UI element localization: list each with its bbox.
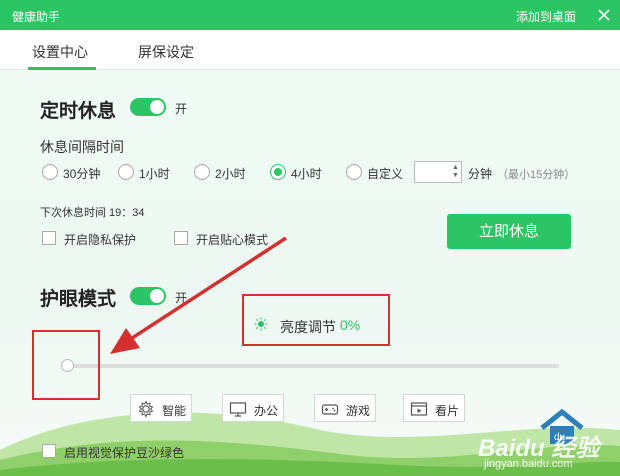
radio-label: 2小时 bbox=[215, 167, 246, 181]
toggle-knob bbox=[150, 289, 164, 303]
brightness-slider-track[interactable] bbox=[64, 364, 559, 368]
smart-mode-icon bbox=[138, 400, 154, 418]
add-to-desktop-link[interactable]: 添加到桌面 bbox=[516, 8, 576, 25]
close-icon[interactable] bbox=[594, 4, 614, 26]
watermark-url: jingyan.baidu.com bbox=[484, 458, 573, 470]
gamepad-icon bbox=[321, 404, 339, 415]
toggle-knob bbox=[150, 100, 164, 114]
stepper-arrows-icon[interactable]: ▲ ▼ bbox=[452, 164, 460, 180]
scheduled-break-toggle[interactable] bbox=[130, 98, 166, 116]
radio-label: 自定义 bbox=[367, 167, 404, 181]
radio-circle bbox=[194, 164, 210, 180]
settings-panel: 定时休息 开 休息间隔时间 30分钟 1小时 2小时 4小时 自定义 ▲ ▼ 分钟… bbox=[0, 70, 620, 476]
radio-label: 4小时 bbox=[291, 167, 322, 181]
mode-game-button[interactable]: 游戏 bbox=[314, 394, 376, 422]
mode-label: 办公 bbox=[254, 404, 279, 418]
radio-circle bbox=[346, 164, 362, 180]
scheduled-break-toggle-label: 开 bbox=[175, 102, 188, 116]
radio-label: 30分钟 bbox=[63, 167, 101, 181]
eye-care-toggle-label: 开 bbox=[175, 291, 188, 305]
mode-label: 智能 bbox=[162, 404, 187, 418]
custom-minutes-stepper[interactable]: ▲ ▼ bbox=[414, 161, 462, 183]
radio-label: 1小时 bbox=[139, 167, 170, 181]
mode-movie-button[interactable]: 看片 bbox=[403, 394, 465, 422]
rest-now-button[interactable]: 立即休息 bbox=[447, 214, 571, 249]
tab-screensaver[interactable]: 屏保设定 bbox=[138, 42, 194, 62]
eye-care-title: 护眼模式 bbox=[40, 289, 117, 310]
checkbox-label: 开启隐私保护 bbox=[64, 233, 137, 247]
radio-circle bbox=[42, 164, 58, 180]
interval-label: 休息间隔时间 bbox=[40, 139, 124, 155]
mode-label: 游戏 bbox=[346, 404, 371, 418]
radio-circle bbox=[270, 164, 286, 180]
mode-smart-button[interactable]: 智能 bbox=[130, 394, 192, 422]
tab-bar: 设置中心 屏保设定 bbox=[0, 30, 620, 70]
mode-label: 看片 bbox=[435, 404, 460, 418]
checkbox-label: 开启贴心模式 bbox=[196, 233, 269, 247]
custom-minimum-note: （最小15分钟） bbox=[497, 169, 576, 181]
annotation-box-slider bbox=[32, 330, 100, 400]
radio-circle bbox=[118, 164, 134, 180]
annotation-box-brightness bbox=[242, 294, 390, 346]
film-icon bbox=[410, 402, 428, 416]
app-title: 健康助手 bbox=[12, 10, 61, 24]
next-break-time: 下次休息时间 19：34 bbox=[40, 207, 145, 219]
checkbox-box bbox=[42, 444, 56, 458]
monitor-icon bbox=[229, 402, 247, 417]
baidu-watermark: du Baidu 经验 jingyan.baidu.com bbox=[472, 408, 618, 474]
checkbox-label: 启用视觉保护豆沙绿色 bbox=[64, 446, 185, 460]
checkbox-box bbox=[42, 231, 56, 245]
tab-settings-center[interactable]: 设置中心 bbox=[32, 42, 88, 62]
checkbox-box bbox=[174, 231, 188, 245]
eye-care-toggle[interactable] bbox=[130, 287, 166, 305]
title-bar: 健康助手 添加到桌面 bbox=[0, 0, 620, 30]
custom-unit-label: 分钟 bbox=[468, 167, 493, 181]
scheduled-break-title: 定时休息 bbox=[40, 101, 117, 122]
mode-office-button[interactable]: 办公 bbox=[222, 394, 284, 422]
